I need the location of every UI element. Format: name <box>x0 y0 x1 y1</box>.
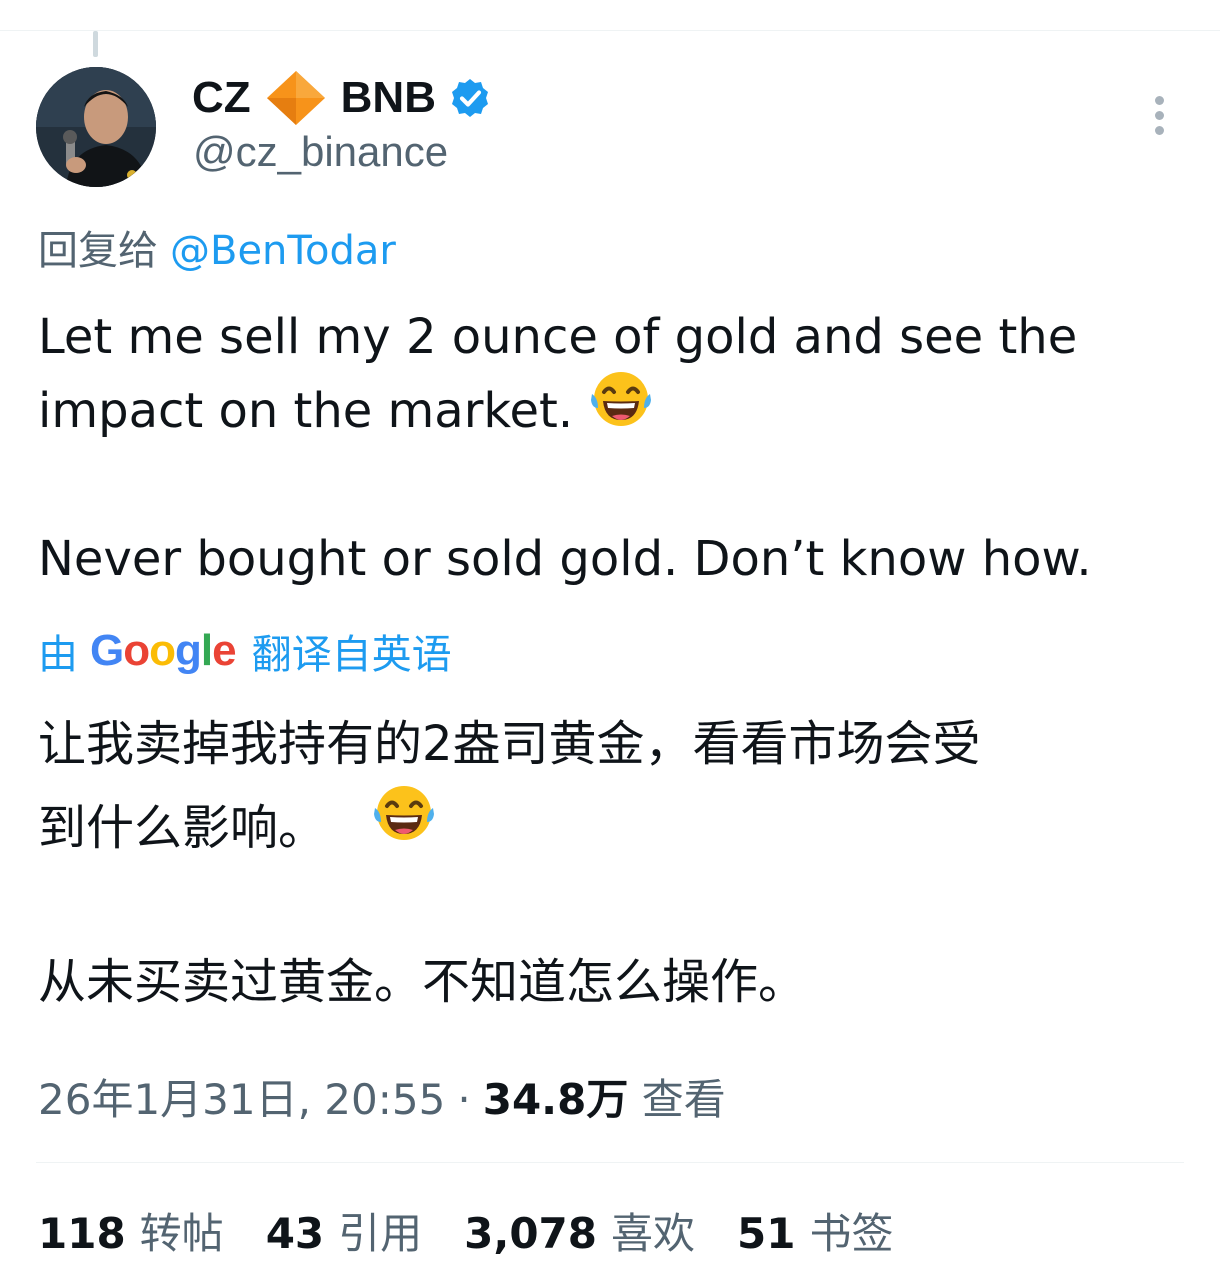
author-name-second[interactable]: BNB <box>341 73 436 123</box>
reply-mention-link[interactable]: @BenTodar <box>170 228 396 274</box>
translation-line-2: 到什么影响。 <box>38 800 327 856</box>
replying-to-line: 回复给 @BenTodar <box>38 218 396 276</box>
tweet-timestamp[interactable]: 26年1月31日, 20:55 <box>38 1075 445 1124</box>
bookmarks-stat[interactable]: 51 书签 <box>737 1200 893 1261</box>
likes-count: 3,078 <box>464 1209 598 1258</box>
engagement-stats: 118 转帖 43 引用 3,078 喜欢 51 书签 <box>38 1200 936 1261</box>
translated-by-suffix: 翻译自英语 <box>251 632 452 678</box>
tweet-meta: 26年1月31日, 20:55 · 34.8万 查看 <box>38 1066 726 1127</box>
replying-to-label: 回复给 <box>38 228 158 274</box>
views-label: 查看 <box>641 1075 726 1124</box>
translation-line-3: 从未买卖过黄金。不知道怎么操作。 <box>38 954 807 1010</box>
translated-by-google-link[interactable]: 由 Google 翻译自英语 <box>38 622 452 680</box>
tweet-text-line-1: Let me sell my 2 ounce of gold and see t… <box>38 309 1078 365</box>
bookmarks-label: 书签 <box>809 1209 894 1258</box>
quotes-label: 引用 <box>338 1209 423 1258</box>
google-logo: Google <box>90 626 237 675</box>
views-count: 34.8万 <box>482 1075 629 1124</box>
meta-separator: · <box>457 1075 471 1124</box>
translation-line-2-wrapper: 到什么影响。 <box>38 786 437 870</box>
author-name-first[interactable]: CZ <box>192 73 251 123</box>
tweet-text-line-3: Never bought or sold gold. Don’t know ho… <box>38 531 1092 587</box>
quotes-stat[interactable]: 43 引用 <box>266 1200 422 1261</box>
author-handle[interactable]: @cz_binance <box>193 128 448 176</box>
tweet-text-line-2: impact on the market. <box>38 383 574 439</box>
translation-line-1: 让我卖掉我持有的2盎司黄金，看看市场会受 <box>38 716 981 772</box>
stats-divider <box>36 1162 1184 1163</box>
translated-by-prefix: 由 <box>38 632 78 678</box>
thread-connector-line <box>93 31 98 57</box>
avatar[interactable] <box>36 67 156 187</box>
more-options-icon[interactable] <box>1140 92 1180 138</box>
author-name-row[interactable]: CZ BNB <box>192 68 490 128</box>
verified-badge-icon[interactable] <box>450 78 490 118</box>
face-with-tears-of-joy-icon <box>371 782 437 870</box>
top-divider <box>0 30 1220 31</box>
quotes-count: 43 <box>265 1209 325 1258</box>
likes-label: 喜欢 <box>611 1209 696 1258</box>
retweets-count: 118 <box>38 1209 126 1258</box>
retweets-stat[interactable]: 118 转帖 <box>38 1200 224 1261</box>
bookmarks-count: 51 <box>737 1209 796 1258</box>
orange-diamond-icon <box>265 70 327 126</box>
face-with-tears-of-joy-icon <box>588 368 654 451</box>
avatar-photo-icon <box>36 67 156 187</box>
likes-stat[interactable]: 3,078 喜欢 <box>464 1200 695 1261</box>
retweets-label: 转帖 <box>139 1209 224 1258</box>
tweet-text-line-2-wrapper: impact on the market. <box>38 371 654 451</box>
